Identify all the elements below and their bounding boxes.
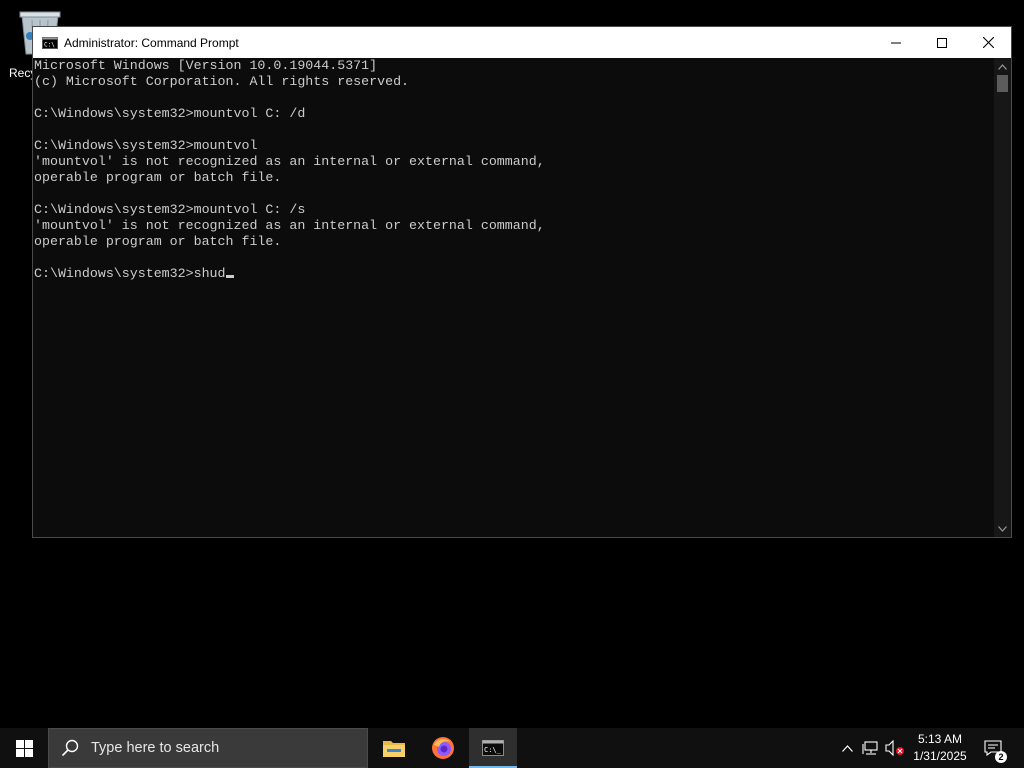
prompt-text: C:\Windows\system32> xyxy=(34,266,194,281)
vertical-scrollbar[interactable] xyxy=(994,58,1011,537)
console-line: C:\Windows\system32>mountvol C: /d xyxy=(34,106,306,121)
taskbar-command-prompt[interactable]: C:\_ xyxy=(469,728,517,768)
svg-text:C:\_: C:\_ xyxy=(484,746,502,754)
taskbar-firefox[interactable] xyxy=(419,728,467,768)
start-button[interactable] xyxy=(0,728,48,768)
clock-date: 1/31/2025 xyxy=(913,749,967,763)
command-prompt-window[interactable]: C:\ Administrator: Command Prompt Micros… xyxy=(32,26,1012,538)
chevron-up-icon xyxy=(841,744,853,752)
console-line: (c) Microsoft Corporation. All rights re… xyxy=(34,74,410,89)
show-hidden-icons-button[interactable] xyxy=(838,728,856,768)
scroll-thumb[interactable] xyxy=(997,75,1008,92)
search-input[interactable] xyxy=(89,739,353,757)
command-input[interactable]: shud xyxy=(194,266,226,281)
console-line: operable program or batch file. xyxy=(34,234,282,249)
network-icon xyxy=(862,740,878,755)
command-prompt-icon: C:\_ xyxy=(482,740,504,756)
taskbar: C:\_ 5:13 AM 1/31/2025 2 xyxy=(0,728,1024,768)
console-line: C:\Windows\system32>mountvol C: /s xyxy=(34,202,306,217)
maximize-button[interactable] xyxy=(919,27,965,58)
window-title: Administrator: Command Prompt xyxy=(64,35,239,50)
chevron-down-icon xyxy=(998,525,1007,532)
console-line: 'mountvol' is not recognized as an inter… xyxy=(34,154,545,169)
console-line: 'mountvol' is not recognized as an inter… xyxy=(34,218,545,233)
search-icon xyxy=(61,739,79,757)
file-explorer-icon xyxy=(383,741,405,757)
notification-count-badge: 2 xyxy=(995,751,1007,763)
minimize-icon xyxy=(891,42,901,43)
system-clock[interactable]: 5:13 AM 1/31/2025 xyxy=(904,731,976,765)
console-output[interactable]: Microsoft Windows [Version 10.0.19044.53… xyxy=(34,58,994,536)
console-line: operable program or batch file. xyxy=(34,170,282,185)
windows-logo-icon xyxy=(15,739,33,757)
firefox-icon xyxy=(432,737,454,759)
volume-control[interactable] xyxy=(884,728,906,768)
scroll-up-button[interactable] xyxy=(994,58,1011,75)
title-bar[interactable]: C:\ Administrator: Command Prompt xyxy=(33,27,1011,58)
close-button[interactable] xyxy=(965,27,1011,58)
network-status[interactable] xyxy=(860,728,882,768)
console-line: C:\Windows\system32>mountvol xyxy=(34,138,258,153)
svg-text:C:\: C:\ xyxy=(44,41,55,48)
scroll-down-button[interactable] xyxy=(994,520,1011,537)
minimize-button[interactable] xyxy=(873,27,919,58)
prompt-line[interactable]: C:\Windows\system32>shud xyxy=(34,266,994,282)
chevron-up-icon xyxy=(998,63,1007,70)
taskbar-file-explorer[interactable] xyxy=(370,728,418,768)
cmd-icon: C:\ xyxy=(42,36,58,49)
taskbar-search[interactable] xyxy=(48,728,368,768)
maximize-icon xyxy=(937,37,947,48)
text-cursor xyxy=(225,275,234,278)
volume-muted-icon xyxy=(885,740,904,756)
console-line: Microsoft Windows [Version 10.0.19044.53… xyxy=(34,58,378,73)
close-icon xyxy=(982,37,994,48)
clock-time: 5:13 AM xyxy=(917,732,963,746)
